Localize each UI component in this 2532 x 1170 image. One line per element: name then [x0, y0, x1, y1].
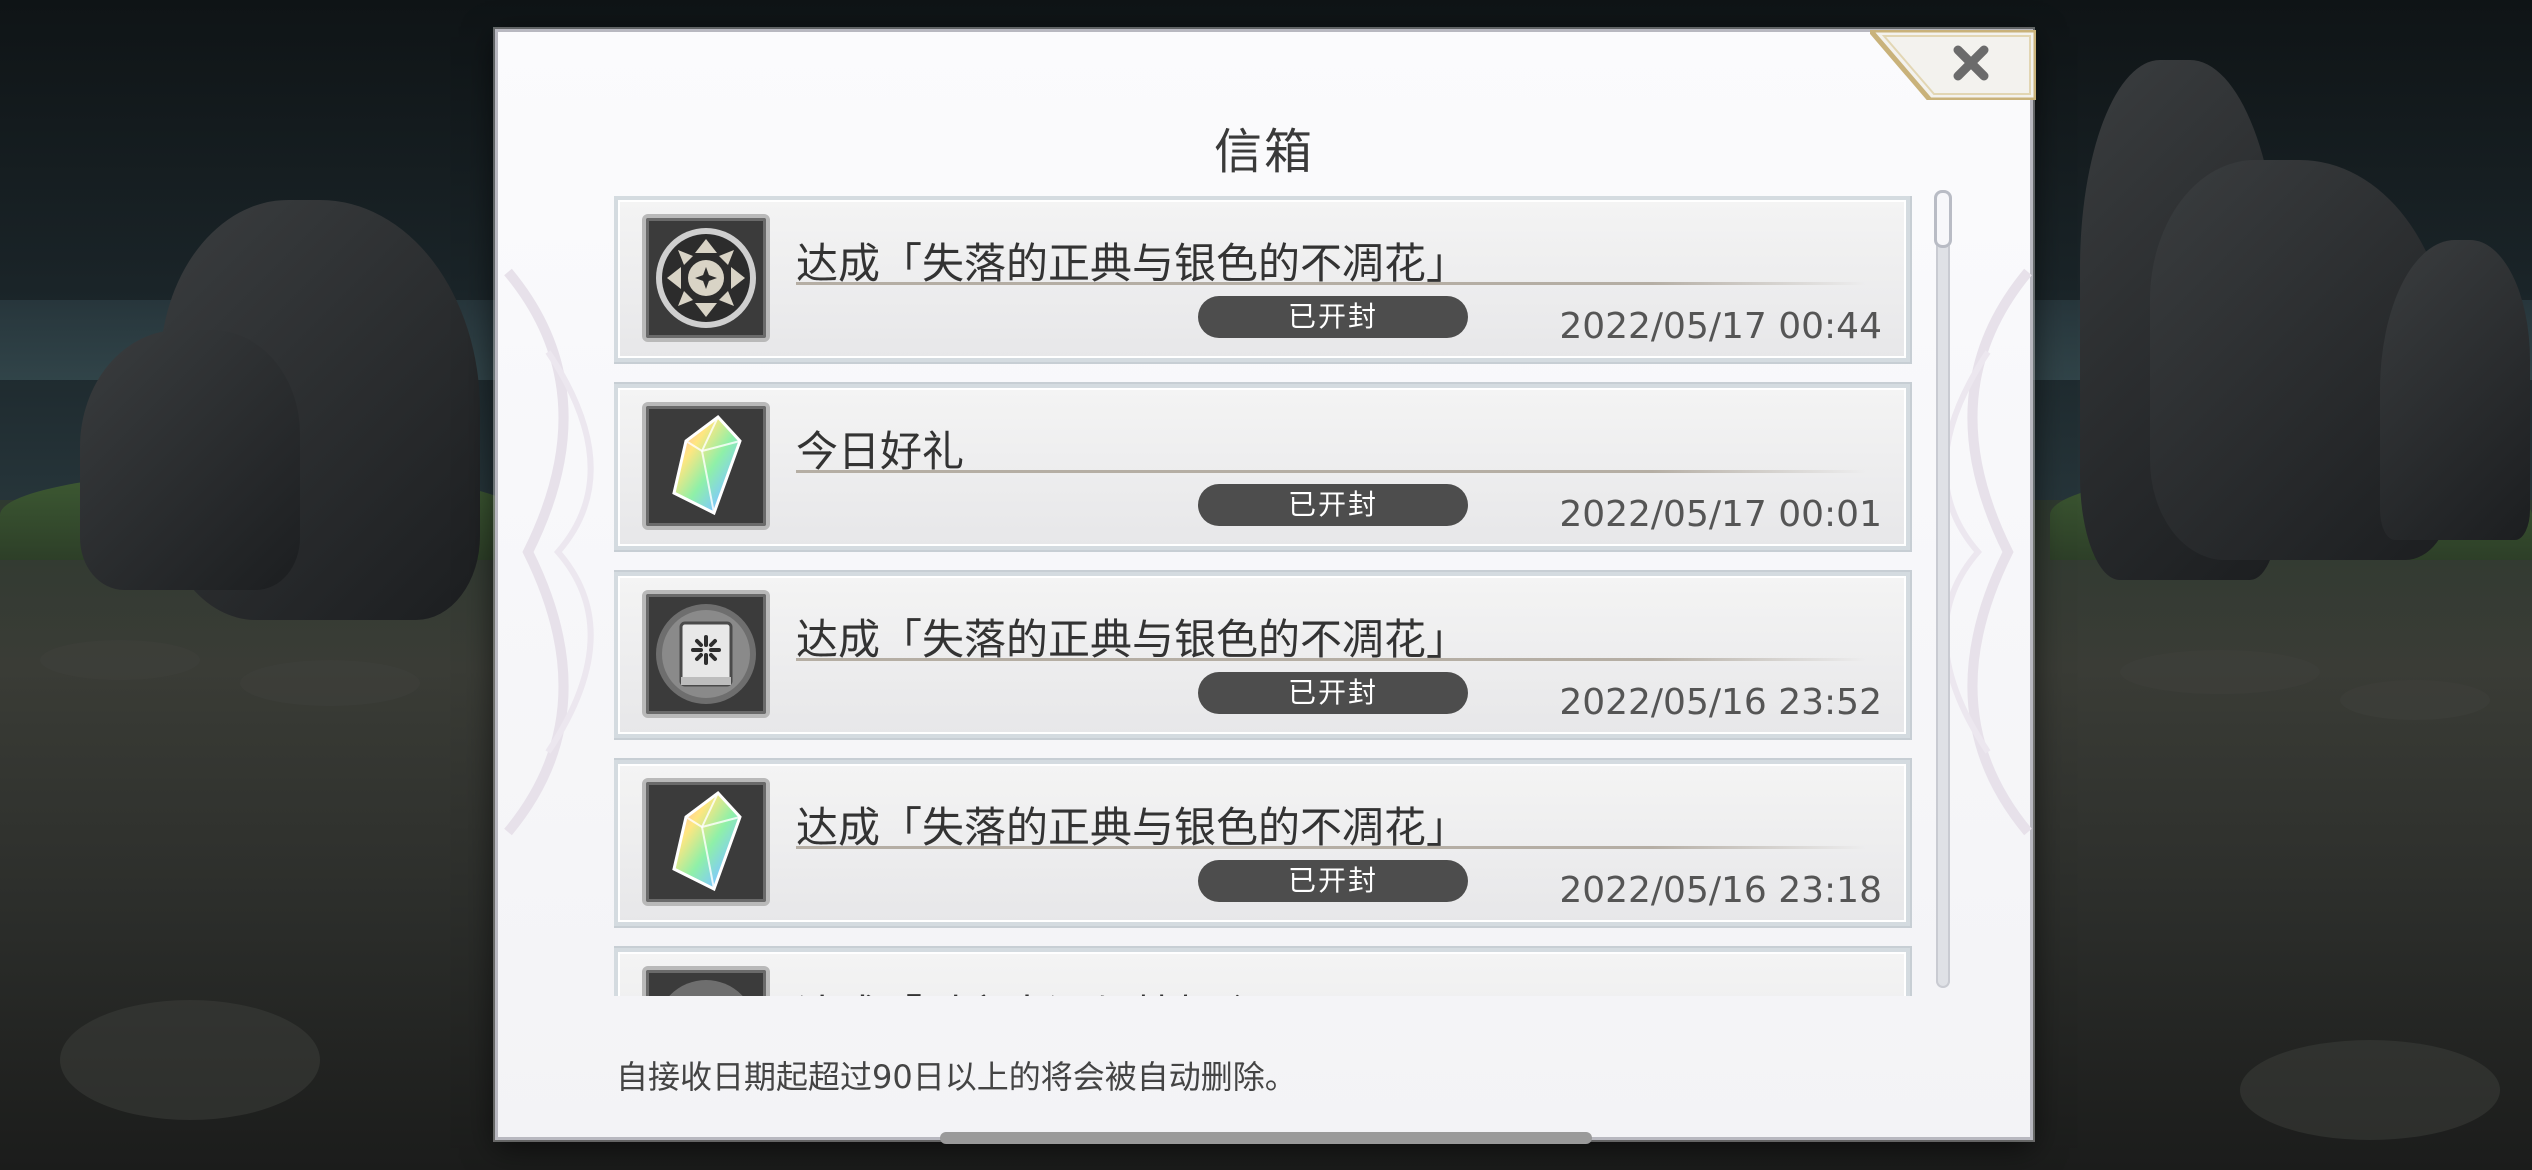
status-badge: 已开封 — [1198, 484, 1468, 526]
auto-delete-notice: 自接收日期起超过90日以上的将会被自动删除。 — [616, 1058, 1297, 1096]
status-badge: 已开封 — [1198, 672, 1468, 714]
mail-date: 2022/05/16 23:18 — [1559, 870, 1882, 911]
mail-date: 2022/05/17 00:44 — [1559, 306, 1882, 347]
status-badge: 已开封 — [1198, 860, 1468, 902]
book-emblem-icon — [642, 590, 770, 718]
mail-item[interactable]: 达成「时之岸辺与梦想乡」 — [614, 948, 1910, 996]
close-x-icon — [1864, 27, 2039, 103]
mail-subject: 达成「时之岸辺与梦想乡」 — [796, 982, 1300, 996]
home-indicator[interactable] — [940, 1132, 1592, 1144]
subject-underline — [796, 282, 1866, 285]
status-badge: 已开封 — [1198, 296, 1468, 338]
subject-underline — [796, 846, 1866, 849]
dialog-title: 信箱 — [1213, 124, 1314, 180]
close-button[interactable] — [1864, 27, 2039, 103]
mail-item[interactable]: 达成「失落的正典与银色的不凋花」 已开封 2022/05/16 23:18 — [614, 760, 1910, 926]
mail-item[interactable]: 达成「失落的正典与银色的不凋花」 已开封 2022/05/16 23:52 — [614, 572, 1910, 738]
mail-date: 2022/05/16 23:52 — [1559, 682, 1882, 723]
book-emblem-icon — [642, 966, 770, 996]
medal-emblem-icon — [642, 214, 770, 342]
mail-list[interactable]: 达成「失落的正典与银色的不凋花」 已开封 2022/05/17 00:44 今日… — [614, 196, 1914, 996]
subject-underline — [796, 658, 1866, 661]
scrollbar-thumb[interactable] — [1934, 190, 1952, 248]
mail-item[interactable]: 今日好礼 已开封 2022/05/17 00:01 — [614, 384, 1910, 550]
rainbow-crystal-icon — [642, 402, 770, 530]
mail-date: 2022/05/17 00:01 — [1559, 494, 1882, 535]
mail-item[interactable]: 达成「失落的正典与银色的不凋花」 已开封 2022/05/17 00:44 — [614, 196, 1910, 362]
rainbow-crystal-icon — [642, 778, 770, 906]
subject-underline — [796, 470, 1866, 473]
mail-list-scrollbar[interactable] — [1934, 190, 1952, 988]
